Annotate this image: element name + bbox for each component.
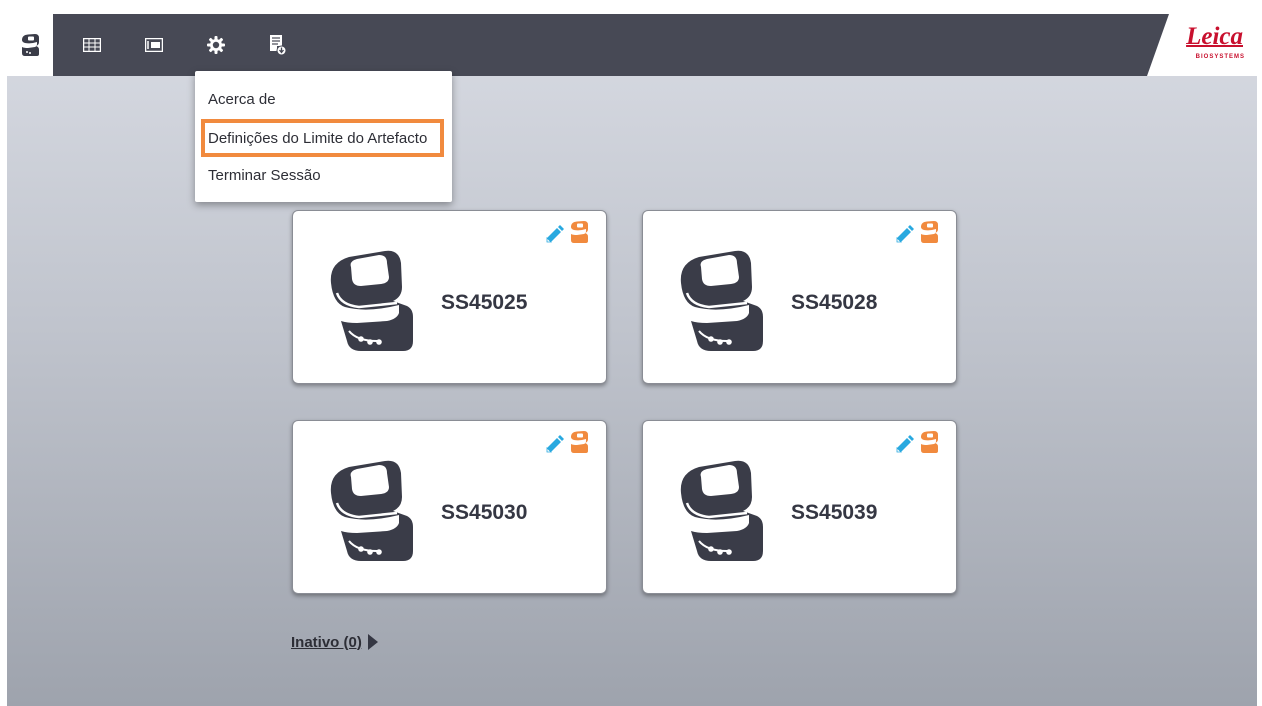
instrument-name: SS45039 [791, 501, 878, 524]
slide-grid-icon [83, 38, 101, 52]
menu-item-logout[interactable]: Terminar Sessão [201, 159, 444, 191]
instrument-card[interactable]: SS45030 [292, 420, 607, 594]
pen-icon [546, 225, 564, 243]
scanner-instrument-icon [330, 250, 413, 351]
instrument-status-icon [921, 431, 938, 453]
pen-icon [896, 435, 914, 453]
nav-instruments-button[interactable] [7, 14, 53, 76]
brand-subtitle: BIOSYSTEMS [1195, 54, 1245, 60]
instrument-status-icon [571, 431, 588, 453]
instrument-card[interactable]: SS45039 [642, 420, 957, 594]
pen-icon [896, 225, 914, 243]
scanner-instrument-icon [680, 460, 763, 561]
settings-dropdown-menu: Acerca de Definições do Limite do Artefa… [195, 71, 452, 202]
report-download-icon [270, 35, 287, 56]
instrument-status-icon [571, 221, 588, 243]
scanner-instrument-icon [680, 250, 763, 351]
nav-slides-button[interactable] [69, 14, 115, 76]
caret-right-icon [367, 634, 378, 650]
brand-logo: Leica BIOSYSTEMS [1147, 14, 1257, 76]
top-navigation-bar: Leica BIOSYSTEMS [7, 14, 1257, 76]
brand-name: Leica [1186, 23, 1243, 50]
pen-icon [546, 435, 564, 453]
nav-settings-button[interactable] [193, 14, 239, 76]
menu-item-about[interactable]: Acerca de [201, 83, 444, 115]
instrument-name: SS45025 [441, 291, 528, 314]
inactive-instruments-toggle[interactable]: Inativo (0) [291, 633, 379, 651]
scanner-instrument-icon [330, 460, 413, 561]
gear-icon [207, 36, 225, 54]
instrument-name: SS45028 [791, 291, 878, 314]
instrument-card[interactable]: SS45028 [642, 210, 957, 384]
instrument-icon [22, 34, 39, 56]
slide-tray-icon [145, 38, 163, 52]
nav-tray-button[interactable] [131, 14, 177, 76]
nav-reports-button[interactable] [255, 14, 301, 76]
instrument-name: SS45030 [441, 501, 528, 524]
app-window: Leica BIOSYSTEMS Acerca de Definições do… [7, 14, 1257, 706]
instrument-status-icon [921, 221, 938, 243]
menu-item-artifact-threshold-settings[interactable]: Definições do Limite do Artefacto [201, 119, 444, 157]
inactive-label: Inativo (0) [291, 633, 362, 651]
instrument-card[interactable]: SS45025 [292, 210, 607, 384]
